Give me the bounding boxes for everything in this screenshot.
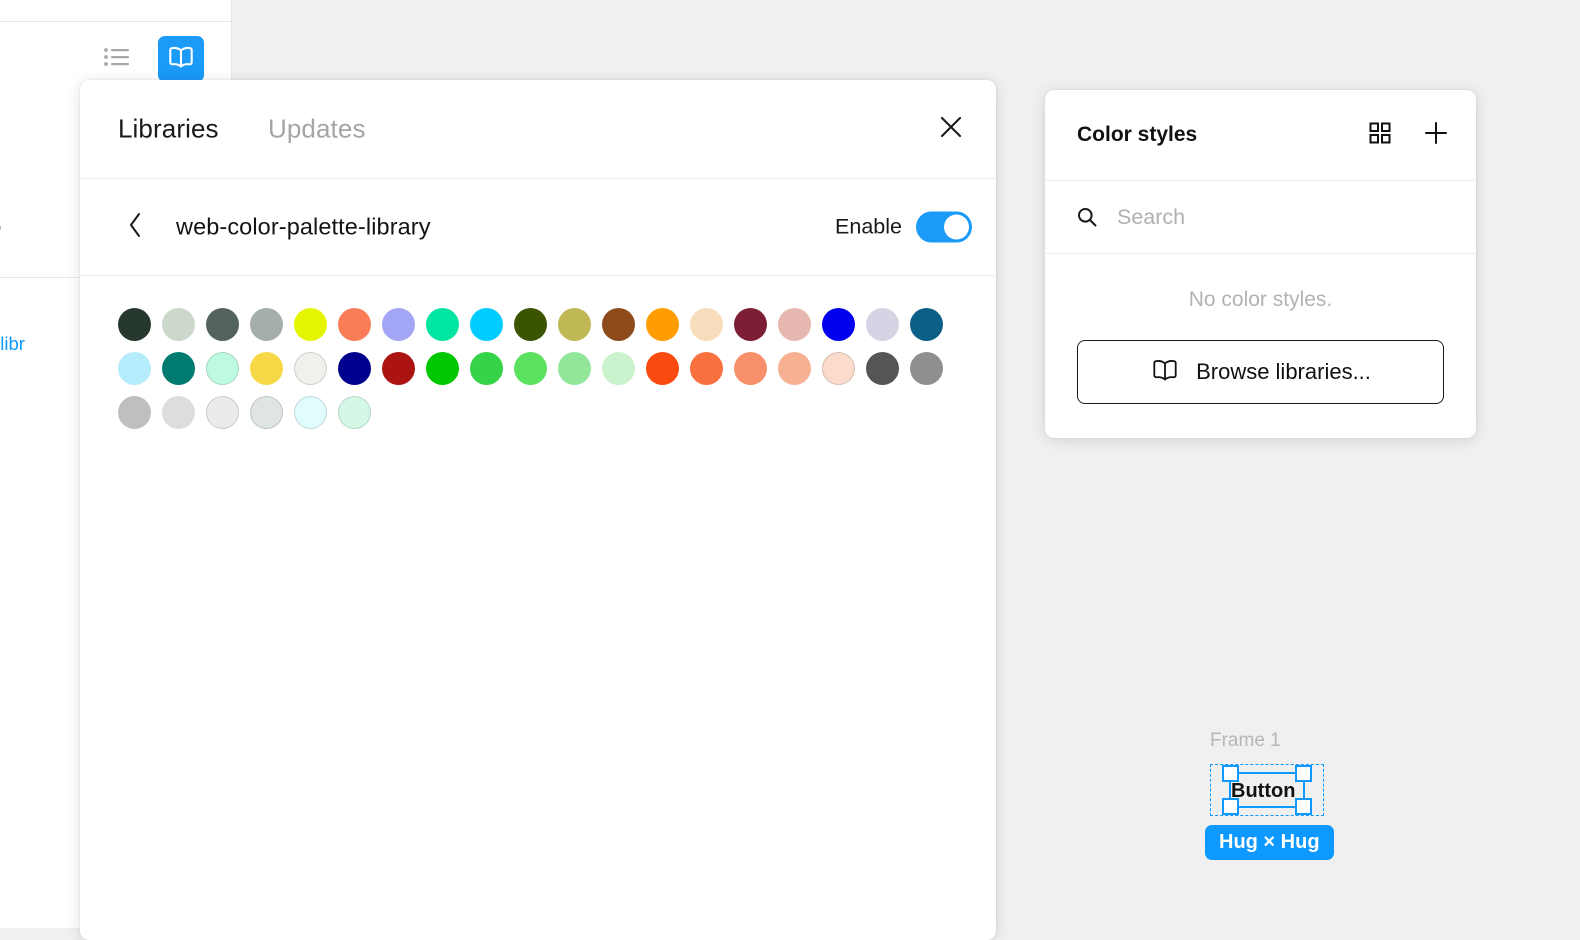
color-swatch[interactable] — [866, 308, 899, 341]
plus-icon — [1421, 118, 1451, 153]
search-bar[interactable] — [1045, 181, 1476, 254]
color-swatch[interactable] — [294, 396, 327, 429]
panel-title: Color styles — [1077, 123, 1198, 146]
color-swatch[interactable] — [426, 308, 459, 341]
grid-view-icon — [1367, 120, 1393, 151]
color-swatch-grid — [80, 276, 996, 429]
resize-handle-bottom-right[interactable] — [1295, 798, 1312, 815]
color-swatch[interactable] — [910, 352, 943, 385]
color-swatch[interactable] — [338, 396, 371, 429]
color-swatch[interactable] — [646, 308, 679, 341]
grid-view-button[interactable] — [1364, 119, 1396, 151]
color-swatch[interactable] — [558, 352, 591, 385]
list-view-icon — [103, 46, 133, 73]
library-name: web-color-palette-library — [176, 213, 431, 240]
browse-libraries-button[interactable]: Browse libraries... — [1077, 340, 1444, 404]
color-styles-panel: Color styles Search No color styles. Bro… — [1045, 90, 1476, 438]
color-styles-header: Color styles — [1045, 90, 1476, 181]
color-swatch[interactable] — [778, 308, 811, 341]
color-swatch[interactable] — [338, 308, 371, 341]
color-swatch[interactable] — [206, 308, 239, 341]
color-swatch[interactable] — [294, 308, 327, 341]
enable-control: Enable — [835, 211, 972, 243]
color-swatch[interactable] — [162, 352, 195, 385]
close-icon — [936, 112, 966, 147]
panel-header-actions — [1364, 119, 1452, 151]
color-swatch[interactable] — [734, 308, 767, 341]
chevron-left-icon — [124, 210, 146, 245]
color-swatch[interactable] — [426, 352, 459, 385]
color-swatch[interactable] — [646, 352, 679, 385]
color-swatch[interactable] — [250, 352, 283, 385]
color-swatch[interactable] — [294, 352, 327, 385]
left-toolbar — [95, 36, 204, 82]
swatch-row — [118, 308, 996, 341]
tab-libraries[interactable]: Libraries — [118, 114, 219, 145]
background-text-fragment: ponent" — [0, 222, 1, 244]
color-swatch[interactable] — [118, 308, 151, 341]
color-swatch[interactable] — [470, 308, 503, 341]
enable-toggle[interactable] — [916, 211, 972, 243]
color-swatch[interactable] — [690, 352, 723, 385]
color-swatch[interactable] — [690, 308, 723, 341]
color-swatch[interactable] — [382, 352, 415, 385]
button-element-label: Button — [1231, 780, 1296, 802]
color-swatch[interactable] — [338, 352, 371, 385]
book-icon — [1150, 358, 1180, 387]
color-swatch[interactable] — [602, 352, 635, 385]
libraries-button[interactable] — [158, 36, 204, 82]
color-swatch[interactable] — [602, 308, 635, 341]
color-swatch[interactable] — [162, 396, 195, 429]
empty-state-message: No color styles. — [1188, 288, 1333, 311]
color-swatch[interactable] — [250, 396, 283, 429]
swatch-row — [118, 352, 996, 385]
color-swatch[interactable] — [206, 396, 239, 429]
add-color-style-button[interactable] — [1420, 119, 1452, 151]
size-badge: Hug × Hug — [1205, 825, 1334, 860]
color-swatch[interactable] — [118, 396, 151, 429]
search-icon — [1075, 205, 1099, 229]
color-swatch[interactable] — [514, 352, 547, 385]
back-button[interactable] — [120, 212, 150, 242]
left-panel-topbar — [0, 0, 231, 22]
color-swatch[interactable] — [558, 308, 591, 341]
color-swatch[interactable] — [514, 308, 547, 341]
library-subheader: web-color-palette-library Enable — [80, 179, 996, 276]
search-input[interactable] — [1117, 204, 1417, 230]
modal-tab-bar: Libraries Updates — [80, 80, 996, 179]
frame-label[interactable]: Frame 1 — [1210, 730, 1281, 752]
enable-label: Enable — [835, 214, 902, 239]
tab-updates[interactable]: Updates — [268, 114, 366, 145]
swatch-row — [118, 396, 996, 429]
book-libraries-icon — [166, 45, 196, 74]
resize-handle-top-right[interactable] — [1295, 765, 1312, 782]
color-swatch[interactable] — [822, 352, 855, 385]
libraries-modal: Libraries Updates web-color-palette-libr… — [80, 80, 996, 940]
color-swatch[interactable] — [470, 352, 503, 385]
color-swatch[interactable] — [866, 352, 899, 385]
color-swatch[interactable] — [778, 352, 811, 385]
color-swatch[interactable] — [162, 308, 195, 341]
list-view-button[interactable] — [95, 36, 141, 82]
color-swatch[interactable] — [822, 308, 855, 341]
color-swatch[interactable] — [206, 352, 239, 385]
close-button[interactable] — [932, 110, 970, 148]
color-swatch[interactable] — [118, 352, 151, 385]
background-link-fragment[interactable]: plore libr — [0, 333, 25, 355]
browse-libraries-label: Browse libraries... — [1196, 359, 1371, 384]
color-swatch[interactable] — [382, 308, 415, 341]
color-swatch[interactable] — [250, 308, 283, 341]
color-swatch[interactable] — [734, 352, 767, 385]
color-swatch[interactable] — [910, 308, 943, 341]
